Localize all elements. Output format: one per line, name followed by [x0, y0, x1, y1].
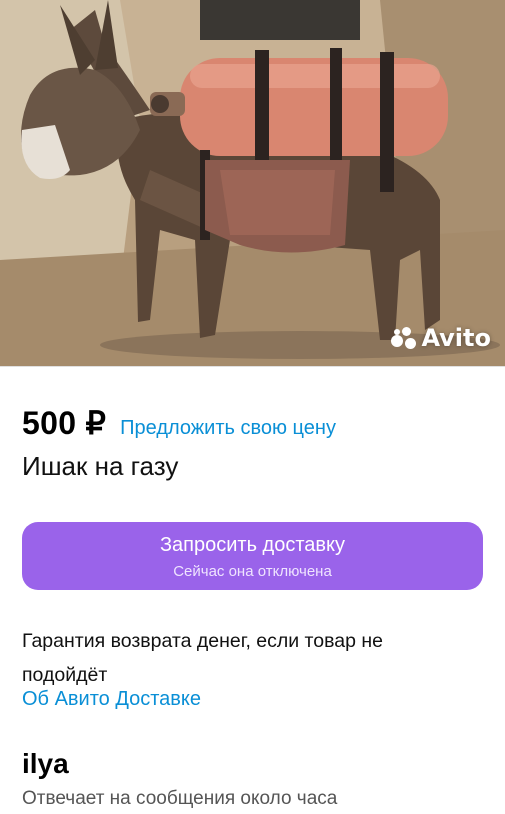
listing-title: Ишак на газу — [22, 451, 179, 481]
listing-photo[interactable]: Avito — [0, 0, 505, 366]
offer-price-link[interactable]: Предложить свою цену — [120, 417, 336, 440]
avito-watermark: Avito — [391, 324, 491, 352]
photo-divider — [0, 366, 505, 367]
donkey-photo — [0, 0, 505, 366]
price-row: 500 ₽ Предложить свою цену — [22, 404, 336, 442]
request-delivery-sublabel: Сейчас она отключена — [173, 563, 332, 580]
request-delivery-label: Запросить доставку — [159, 534, 346, 556]
seller-name[interactable]: ilya — [22, 748, 69, 780]
request-delivery-button[interactable]: Запросить доставку Сейчас она отключена — [22, 522, 483, 590]
avito-logo-icon — [391, 327, 417, 349]
avito-delivery-info-link[interactable]: Об Авито Доставке — [22, 688, 201, 711]
watermark-text: Avito — [421, 324, 491, 352]
price: 500 ₽ — [22, 405, 107, 441]
money-back-guarantee: Гарантия возврата денег, если товар не п… — [22, 630, 383, 686]
seller-response-time: Отвечает на сообщения около часа — [22, 788, 338, 809]
